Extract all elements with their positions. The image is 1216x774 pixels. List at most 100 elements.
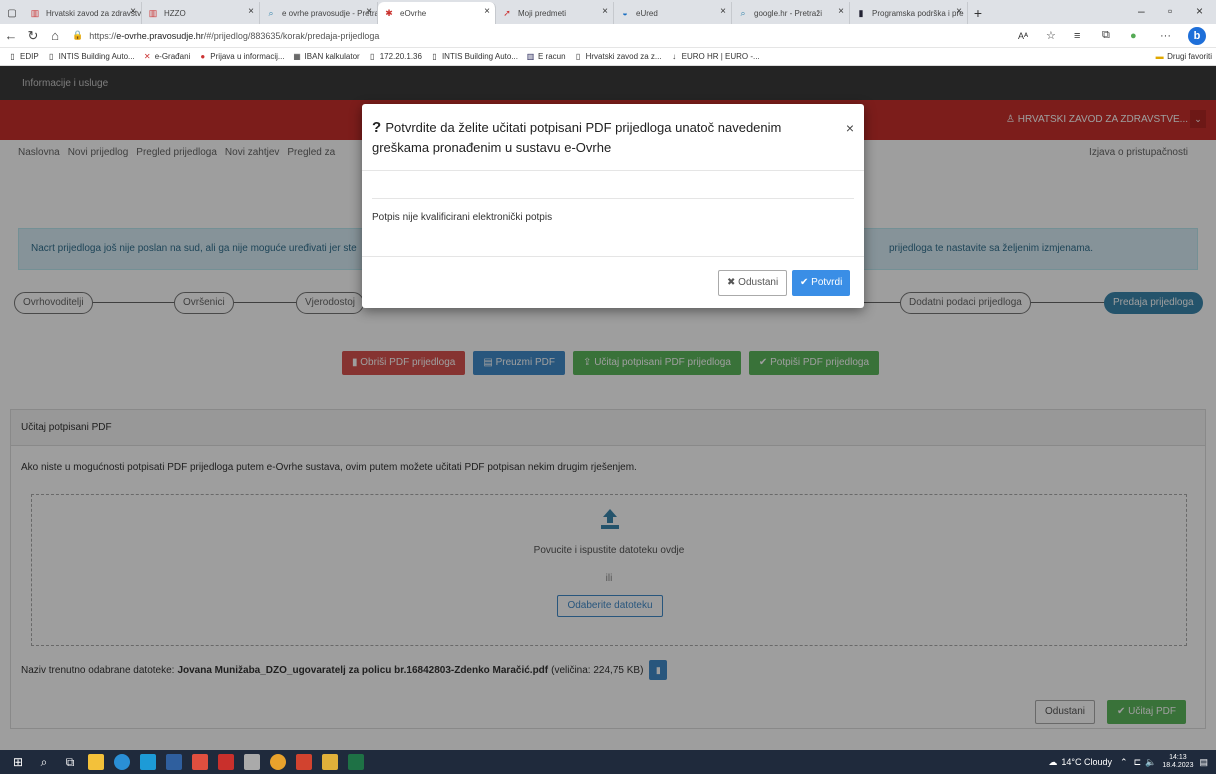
minimize-icon[interactable]: –: [1138, 4, 1145, 18]
weather-text[interactable]: 14°C Cloudy: [1061, 757, 1112, 767]
confirm-dialog: ? Potvrdite da želite učitati potpisani …: [362, 104, 864, 308]
chevron-up-icon[interactable]: ⌃: [1120, 757, 1128, 768]
browser-tab[interactable]: ◒ eUred ×: [614, 2, 732, 24]
edge-icon[interactable]: [114, 754, 130, 770]
favorite-link[interactable]: ▯ INTIS Building Auto...: [47, 52, 135, 61]
favorite-label: INTIS Building Auto...: [58, 52, 135, 61]
close-window-icon[interactable]: ×: [1196, 4, 1203, 18]
browser-tab[interactable]: ⌕ e ovrhe pravosudje - Pretra ×: [260, 2, 378, 24]
divider: [362, 256, 864, 257]
favorite-label: EDIP: [20, 52, 39, 61]
back-icon[interactable]: ←: [0, 28, 22, 43]
divider: [372, 198, 854, 199]
bing-icon[interactable]: b: [1188, 27, 1206, 45]
favorites-list-icon[interactable]: ≡: [1074, 30, 1080, 42]
task-view-icon[interactable]: ⧉: [62, 754, 78, 770]
browser-tab[interactable]: ▥ HZZO ×: [142, 2, 260, 24]
calculator-icon[interactable]: [244, 754, 260, 770]
dialog-confirm-label: Potvrdi: [811, 277, 843, 288]
search-icon[interactable]: ⌕: [36, 754, 52, 770]
browser-tab[interactable]: ➚ Moji predmeti ×: [496, 2, 614, 24]
favorite-label: 172.20.1.36: [379, 52, 422, 61]
new-tab-icon[interactable]: +: [968, 2, 988, 24]
close-icon[interactable]: ×: [130, 6, 136, 17]
tab-actions-icon[interactable]: ▢: [0, 2, 24, 24]
filezilla-icon[interactable]: [218, 754, 234, 770]
search-icon: ⌕: [268, 8, 274, 18]
windows-taskbar: ⊞ ⌕ ⧉ ☁ 14°C Cloudy ⌃ ⊏ 🔈 14:13 18.4.2023…: [0, 750, 1216, 774]
browser-tab-active[interactable]: ✱ eOvrhe ×: [378, 2, 496, 24]
more-options-icon[interactable]: ···: [1160, 30, 1171, 42]
favorite-link[interactable]: ▯ 172.20.1.36: [368, 52, 422, 61]
favorite-link[interactable]: ✕ e-Građani: [143, 52, 191, 61]
favorite-label: E racun: [538, 52, 566, 61]
url-field[interactable]: 🔒 https://e-ovrhe.pravosudje.hr/#/prijed…: [72, 30, 379, 41]
mail-icon[interactable]: [166, 754, 182, 770]
dialog-cancel-button[interactable]: ✖ Odustani: [718, 270, 788, 296]
app-icon: ▮: [858, 8, 864, 18]
browser-tab[interactable]: ▥ Hrvatski zavod za zdravstv ×: [24, 2, 142, 24]
eracun-icon: ▥: [526, 52, 535, 61]
dialog-cancel-label: Odustani: [738, 277, 779, 288]
favorite-link[interactable]: ● Prijava u informacij...: [198, 52, 284, 61]
app-icon[interactable]: [192, 754, 208, 770]
notification-icon[interactable]: ▤: [1199, 757, 1208, 768]
iban-icon: ▦: [293, 52, 301, 61]
favorite-label: e-Građani: [154, 52, 191, 61]
favorite-label: Hrvatski zavod za z...: [585, 52, 662, 61]
close-icon[interactable]: ×: [720, 6, 726, 17]
store-icon[interactable]: [140, 754, 156, 770]
question-icon: ?: [372, 119, 386, 136]
close-icon[interactable]: ×: [366, 6, 372, 17]
url-path: /#/prijedlog/883635/korak/predaja-prijed…: [203, 30, 380, 41]
other-favorites[interactable]: ▬ Drugi favoriti: [1155, 52, 1212, 61]
acrobat-icon[interactable]: [296, 754, 312, 770]
favorite-label: EURO HR | EURO -...: [681, 52, 760, 61]
excel-icon[interactable]: [348, 754, 364, 770]
collections-icon[interactable]: ⧉: [1102, 29, 1110, 42]
address-bar: ← ↻ ⌂ 🔒 https://e-ovrhe.pravosudje.hr/#/…: [0, 24, 1216, 48]
volume-icon[interactable]: 🔈: [1145, 757, 1156, 768]
lock-icon: 🔒: [72, 30, 84, 40]
read-aloud-icon[interactable]: Aᴬ: [1018, 31, 1028, 41]
favorite-link[interactable]: ▯ Hrvatski zavod za z...: [574, 52, 662, 61]
close-icon[interactable]: ×: [838, 6, 844, 17]
favorite-link[interactable]: ▥ E racun: [526, 52, 566, 61]
favorite-link[interactable]: ▯ INTIS Building Auto...: [430, 52, 518, 61]
dialog-message: Potpis nije kvalificirani elektronički p…: [372, 212, 553, 223]
dialog-confirm-button[interactable]: ✔ Potvrdi: [792, 270, 851, 296]
url-prefix: https://: [89, 30, 117, 41]
clock[interactable]: 14:13 18.4.2023: [1162, 754, 1193, 770]
reload-icon[interactable]: ↻: [22, 28, 44, 44]
divider: [362, 170, 864, 171]
network-icon[interactable]: ⊏: [1134, 757, 1142, 768]
page-icon: ▯: [432, 52, 437, 61]
pen-icon[interactable]: [322, 754, 338, 770]
browser-tab[interactable]: ⌕ google.hr - Pretraži ×: [732, 2, 850, 24]
favorite-label: IBAN kalkulator: [304, 52, 360, 61]
hzzo-icon: ▥: [30, 8, 40, 18]
windows-start-icon[interactable]: ⊞: [10, 754, 26, 770]
close-icon[interactable]: ×: [602, 6, 608, 17]
file-explorer-icon[interactable]: [88, 754, 104, 770]
pin-icon: ➚: [503, 8, 511, 18]
restore-icon[interactable]: ▫: [1168, 4, 1172, 18]
home-icon[interactable]: ⌂: [44, 28, 66, 43]
eovrhe-icon: ✱: [385, 8, 393, 18]
close-icon[interactable]: ×: [846, 120, 854, 136]
close-icon[interactable]: ×: [484, 6, 490, 17]
browser-tab[interactable]: ▮ Programska podrška i pre ×: [850, 2, 968, 24]
folder-icon: ▬: [1155, 52, 1164, 61]
favorite-star-icon[interactable]: ☆: [1046, 29, 1056, 42]
system-tray: ☁ 14°C Cloudy ⌃ ⊏ 🔈 14:13 18.4.2023 ▤: [1048, 754, 1208, 770]
tab-label: google.hr - Pretraži: [754, 8, 823, 18]
close-icon[interactable]: ×: [248, 6, 254, 17]
chrome-icon[interactable]: [270, 754, 286, 770]
browser-tab-bar: ▢ ▥ Hrvatski zavod za zdravstv × ▥ HZZO × ⌕ e…: [0, 0, 1216, 24]
favorite-link[interactable]: ▯ EDIP: [8, 52, 39, 61]
favorite-link[interactable]: ▦ IBAN kalkulator: [293, 52, 360, 61]
extension-icon[interactable]: ●: [1130, 30, 1137, 42]
close-icon[interactable]: ×: [956, 6, 962, 17]
favorite-label: Prijava u informacij...: [210, 52, 285, 61]
favorite-link[interactable]: ↓ EURO HR | EURO -...: [670, 52, 760, 61]
